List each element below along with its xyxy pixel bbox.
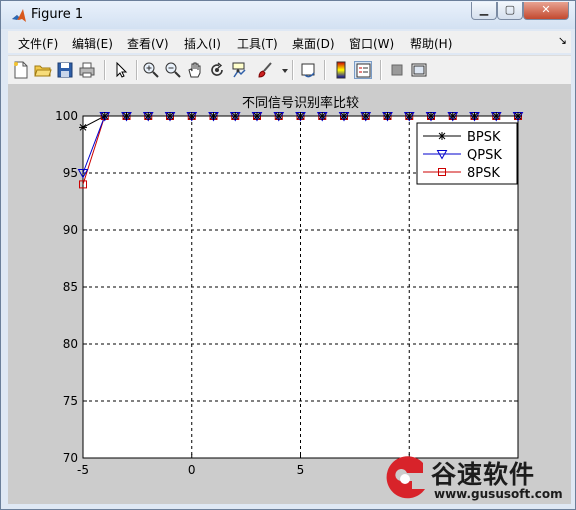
data-point-bpsk	[274, 112, 283, 120]
menu-file[interactable]: 文件(F)	[18, 35, 58, 52]
minimize-icon: ▁	[479, 3, 489, 16]
colorbar-icon[interactable]	[332, 61, 350, 79]
x-tick-label: 0	[188, 463, 196, 477]
data-point-bpsk	[340, 112, 348, 120]
legend-label-8psk: 8PSK	[467, 166, 500, 181]
toolbar-separator	[104, 60, 106, 80]
new-figure-icon[interactable]	[12, 61, 30, 79]
data-point-bpsk	[405, 112, 414, 120]
matlab-logo-icon	[11, 8, 27, 24]
legend-label-bpsk: BPSK	[467, 130, 501, 145]
menu-window[interactable]: 窗口(W)	[349, 35, 394, 52]
toolbar-separator	[292, 60, 294, 80]
data-point-bpsk	[492, 112, 501, 120]
toolbar-separator	[324, 60, 326, 80]
data-point-bpsk	[470, 112, 479, 120]
close-icon: ✕	[541, 3, 551, 16]
y-tick-label: 100	[55, 109, 78, 123]
data-point-bpsk	[514, 112, 522, 120]
y-tick-label: 70	[63, 451, 78, 465]
watermark-url: www.gususoft.com	[434, 487, 563, 501]
title-bar[interactable]: Figure 1 ▁ ▢ ✕	[1, 1, 575, 29]
data-point-bpsk	[427, 112, 435, 120]
save-icon[interactable]	[56, 61, 74, 79]
watermark: 谷速软件 www.gususoft.com	[379, 453, 575, 505]
menu-desktop[interactable]: 桌面(D)	[292, 35, 335, 52]
y-tick-label: 95	[63, 166, 78, 180]
data-point-bpsk	[448, 112, 457, 120]
data-point-bpsk	[122, 112, 131, 120]
menu-view[interactable]: 查看(V)	[127, 35, 169, 52]
dock-arrow-icon[interactable]: ↘	[558, 34, 567, 47]
y-tick-label: 85	[63, 280, 78, 294]
menu-help[interactable]: 帮助(H)	[410, 35, 452, 52]
data-point-bpsk	[318, 112, 327, 120]
data-cursor-icon[interactable]	[230, 61, 248, 79]
minimize-button[interactable]: ▁	[471, 2, 497, 20]
brush-dropdown-icon[interactable]	[276, 61, 288, 79]
legend-icon[interactable]	[354, 61, 372, 79]
pan-hand-icon[interactable]	[186, 61, 204, 79]
data-point-bpsk	[209, 112, 218, 120]
menu-bar: 文件(F) 编辑(E) 查看(V) 插入(I) 工具(T) 桌面(D) 窗口(W…	[8, 31, 571, 53]
figure-toolbar	[8, 55, 571, 85]
x-tick-label: -5	[77, 463, 89, 477]
figure-canvas[interactable]: -5 0 5 70 75 80 85 90 95 100 不同信号识别率比较 BPSK QPSK 8PSK	[8, 84, 571, 504]
watermark-text: 谷速软件	[431, 460, 536, 489]
show-plot-tools-icon[interactable]	[410, 61, 428, 79]
data-point-bpsk	[144, 112, 153, 120]
close-button[interactable]: ✕	[523, 2, 569, 20]
maximize-button[interactable]: ▢	[497, 2, 523, 20]
data-point-bpsk	[296, 112, 305, 120]
zoom-out-icon[interactable]	[164, 61, 182, 79]
legend-marker-bpsk	[438, 132, 446, 140]
data-point-bpsk	[79, 123, 87, 132]
data-point-bpsk	[383, 112, 392, 120]
legend-label-qpsk: QPSK	[467, 148, 502, 163]
open-file-icon[interactable]	[34, 61, 52, 79]
hide-plot-tools-icon[interactable]	[388, 61, 406, 79]
data-point-bpsk	[231, 112, 240, 120]
line-chart[interactable]: -5 0 5 70 75 80 85 90 95 100 不同信号识别率比较 BPSK QPSK 8PSK	[8, 84, 571, 504]
zoom-in-icon[interactable]	[142, 61, 160, 79]
menu-insert[interactable]: 插入(I)	[184, 35, 221, 52]
chart-title: 不同信号识别率比较	[242, 95, 359, 111]
link-plot-icon[interactable]	[300, 61, 318, 79]
y-tick-label: 90	[63, 223, 78, 237]
data-point-bpsk	[253, 112, 261, 120]
data-point-bpsk	[100, 112, 109, 120]
window-title: Figure 1	[31, 7, 84, 22]
y-tick-label: 75	[63, 394, 78, 408]
data-point-bpsk	[187, 112, 196, 120]
toolbar-separator	[136, 60, 138, 80]
menu-tools[interactable]: 工具(T)	[237, 35, 278, 52]
y-tick-label: 80	[63, 337, 78, 351]
menu-edit[interactable]: 编辑(E)	[72, 35, 113, 52]
data-point-bpsk	[361, 112, 370, 120]
maximize-icon: ▢	[504, 3, 516, 16]
figure-window: Figure 1 ▁ ▢ ✕ 文件(F) 编辑(E) 查看(V) 插入(I) 工…	[0, 0, 576, 510]
print-icon[interactable]	[78, 61, 96, 79]
toolbar-separator	[380, 60, 382, 80]
data-point-bpsk	[166, 112, 174, 120]
brush-icon[interactable]	[256, 61, 274, 79]
watermark-logo	[386, 456, 425, 499]
rotate-3d-icon[interactable]	[208, 61, 226, 79]
edit-plot-arrow-icon[interactable]	[112, 61, 130, 79]
x-tick-label: 5	[297, 463, 305, 477]
